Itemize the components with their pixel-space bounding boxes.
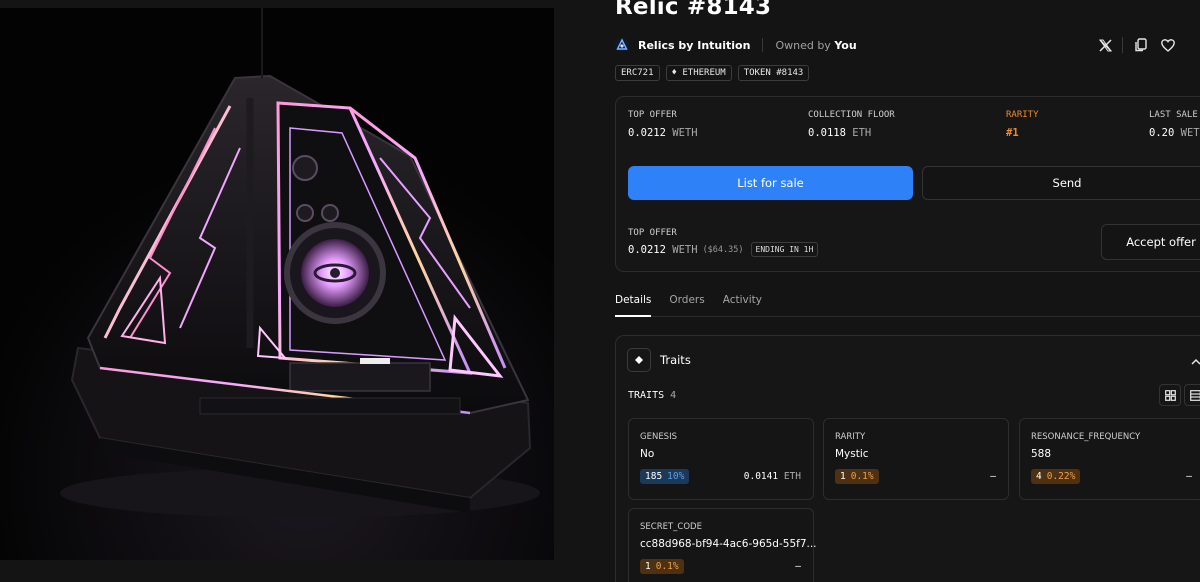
offer-ending-badge: ENDING IN 1H	[750, 242, 819, 257]
stat-label: TOP OFFER	[628, 110, 677, 120]
trait-floor-price: –	[795, 561, 801, 572]
trait-value: 588	[1031, 448, 1052, 460]
stat-unit: WETH	[672, 127, 698, 139]
tab-orders[interactable]: Orders	[669, 294, 704, 317]
heart-icon[interactable]	[1158, 35, 1178, 55]
stat-label: COLLECTION FLOOR	[808, 110, 895, 120]
stat-rarity: RARITY #1	[1006, 110, 1039, 139]
stat-unit: ETH	[852, 127, 872, 139]
trait-name: RESONANCE_FREQUENCY	[1031, 432, 1141, 442]
top-offer-usd: ($64.35)	[702, 244, 744, 255]
owner-link[interactable]: You	[834, 39, 856, 52]
stat-number: 0.20	[1149, 127, 1175, 139]
top-offer-label: TOP OFFER	[628, 228, 677, 238]
trait-price-value: 0.0141	[743, 471, 779, 482]
grid-view-icon[interactable]	[1159, 384, 1181, 406]
trait-rarity-badge: 1 0.1%	[835, 469, 879, 484]
trait-price-unit: ETH	[783, 471, 801, 482]
chain-tag: ♦ ETHEREUM	[665, 65, 732, 81]
stat-number: 0.0118	[808, 127, 846, 139]
page-title: Relic #8143	[615, 0, 772, 20]
trait-floor-price: –	[1186, 471, 1192, 482]
trait-percent: 0.1%	[655, 559, 684, 574]
trait-rarity-badge: 4 0.22%	[1031, 469, 1081, 484]
stat-last-sale: LAST SALE 0.20 WETH	[1149, 110, 1200, 139]
chevron-up-icon[interactable]	[1190, 351, 1200, 370]
top-offer-value: 0.0212 WETH	[628, 244, 698, 256]
copy-icon[interactable]	[1130, 35, 1150, 55]
trait-percent: 0.22%	[1046, 469, 1081, 484]
tab-details[interactable]: Details	[615, 294, 652, 317]
ethereum-icon: ♦	[671, 68, 677, 78]
send-button[interactable]: Send	[922, 166, 1200, 200]
stat-value: 0.0118 ETH	[808, 127, 895, 139]
trait-percent: 0.1%	[850, 469, 879, 484]
action-icons	[1095, 35, 1178, 55]
tab-activity[interactable]: Activity	[723, 294, 762, 317]
trait-count: 1	[640, 559, 656, 574]
stat-unit: WETH	[1180, 127, 1200, 139]
list-view-icon[interactable]	[1184, 384, 1200, 406]
traits-title[interactable]: Traits	[660, 353, 691, 367]
trait-floor-price: –	[990, 471, 996, 482]
top-offer-amount: 0.0212	[628, 243, 666, 256]
owned-by-label: Owned by	[775, 38, 831, 52]
trait-rarity-badge: 1 0.1%	[640, 559, 684, 574]
owned-by: Owned by You	[775, 39, 856, 52]
trait-rarity-badge: 185 10%	[640, 469, 690, 484]
trait-card-resonance-frequency[interactable]: RESONANCE_FREQUENCY 588 4 0.22% –	[1019, 418, 1200, 500]
trait-value: cc88d968-bf94-4ac6-965d-55f7...	[640, 538, 817, 550]
list-for-sale-button[interactable]: List for sale	[628, 166, 913, 200]
details-panel: Relic #8143 Relics by Intuition Owned by…	[615, 0, 1200, 582]
chain-tag-label: ETHEREUM	[682, 68, 726, 78]
nft-artwork[interactable]	[0, 8, 554, 560]
trait-name: GENESIS	[640, 432, 677, 442]
trait-card-genesis[interactable]: GENESIS No 185 10% 0.0141 ETH	[628, 418, 814, 500]
stat-label: RARITY	[1006, 110, 1039, 120]
stat-value: 0.0212 WETH	[628, 127, 698, 139]
trait-count: 1	[835, 469, 851, 484]
collection-link[interactable]: Relics by Intuition	[638, 39, 750, 52]
stat-label: LAST SALE	[1149, 110, 1198, 120]
collection-logo-icon	[615, 38, 629, 52]
trait-card-secret-code[interactable]: SECRET_CODE cc88d968-bf94-4ac6-965d-55f7…	[628, 508, 817, 582]
tab-bar: Details Orders Activity	[615, 294, 1200, 317]
standard-tag: ERC721	[615, 65, 660, 81]
trait-card-rarity[interactable]: RARITY Mystic 1 0.1% –	[823, 418, 1009, 500]
trait-floor-price: 0.0141 ETH	[744, 471, 801, 482]
stat-number: 0.0212	[628, 127, 666, 139]
traits-count-number: 4	[670, 390, 677, 401]
x-logo-icon[interactable]	[1095, 35, 1115, 55]
nft-page: Relic #8143 Relics by Intuition Owned by…	[0, 0, 1200, 582]
divider	[1122, 37, 1123, 53]
collection-meta: Relics by Intuition Owned by You	[615, 37, 857, 53]
trait-percent: 10%	[667, 469, 690, 484]
trait-name: RARITY	[835, 432, 866, 442]
trait-value: No	[640, 448, 655, 460]
traits-count-label: TRAITS	[628, 390, 665, 401]
traits-count: TRAITS 4	[628, 390, 676, 401]
stat-number: #1	[1006, 127, 1019, 139]
stat-collection-floor: COLLECTION FLOOR 0.0118 ETH	[808, 110, 895, 139]
trait-name: SECRET_CODE	[640, 522, 702, 532]
trait-value: Mystic	[835, 448, 869, 460]
accept-offer-button[interactable]: Accept offer	[1101, 224, 1200, 260]
traits-section: Traits TRAITS 4 GENESIS No 185 10% 0.0141…	[615, 335, 1200, 582]
token-tags: ERC721 ♦ ETHEREUM TOKEN #8143	[615, 65, 810, 81]
stat-top-offer: TOP OFFER 0.0212 WETH	[628, 110, 698, 139]
trait-count: 185	[640, 469, 668, 484]
top-offer-row: 0.0212 WETH ($64.35) ENDING IN 1H	[628, 242, 819, 257]
stat-value: 0.20 WETH	[1149, 127, 1200, 139]
trait-count: 4	[1031, 469, 1047, 484]
price-card: TOP OFFER 0.0212 WETH COLLECTION FLOOR 0…	[615, 96, 1200, 272]
token-id-tag: TOKEN #8143	[737, 65, 810, 81]
traits-diamond-icon	[627, 348, 651, 372]
top-offer-unit: WETH	[672, 243, 698, 256]
divider	[762, 38, 764, 52]
